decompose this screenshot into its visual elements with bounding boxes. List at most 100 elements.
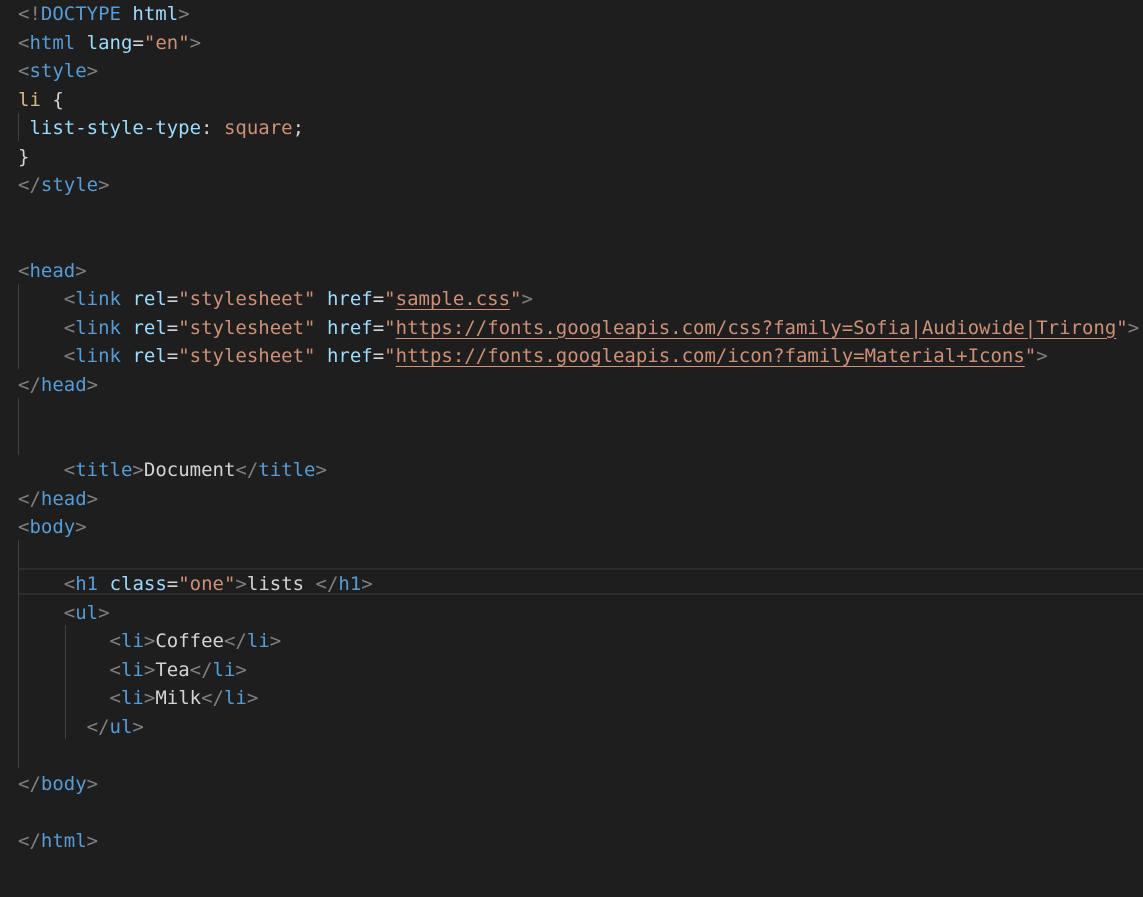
code-token-punct: > xyxy=(521,288,533,310)
code-line[interactable]: li { xyxy=(18,86,1139,115)
code-line[interactable]: </body> xyxy=(18,770,1139,799)
code-token-str: "stylesheet" xyxy=(178,288,316,310)
code-token-punct: > xyxy=(143,658,156,681)
code-line[interactable]: <html lang="en"> xyxy=(18,29,1139,58)
code-token-punct: > xyxy=(86,60,99,82)
code-editor[interactable]: <!DOCTYPE html> <html lang="en"> <style> li… xyxy=(0,0,1143,897)
code-line[interactable] xyxy=(18,228,1139,257)
code-line[interactable]: <li>Milk</li> xyxy=(18,684,1139,713)
code-token-text: = xyxy=(166,316,179,339)
code-line[interactable] xyxy=(18,741,1139,770)
code-token-punct: > xyxy=(246,687,259,709)
code-line[interactable] xyxy=(18,200,1139,229)
code-token-text: ; xyxy=(292,117,305,139)
code-token-tag: head xyxy=(40,487,87,510)
code-line[interactable] xyxy=(18,798,1139,827)
code-line[interactable]: <li>Coffee</li> xyxy=(18,627,1139,656)
code-token-tag: html xyxy=(40,829,87,852)
code-token-tag: title xyxy=(75,459,133,481)
code-token-punct: < xyxy=(109,630,121,652)
code-token-text: Document xyxy=(143,459,236,481)
code-token-punct: > xyxy=(75,516,87,538)
code-token-tag: head xyxy=(40,373,87,396)
code-line[interactable]: <h1 class="one">lists </h1> xyxy=(18,570,1139,599)
code-token-punct: > xyxy=(86,373,99,396)
code-line[interactable]: </html> xyxy=(18,827,1139,856)
code-token-punct: </ xyxy=(18,772,41,795)
code-token-punct: > xyxy=(98,601,110,624)
code-line[interactable]: <link rel="stylesheet" href="https://fon… xyxy=(18,342,1139,371)
code-token-text: Coffee xyxy=(155,630,224,652)
code-token-text: } xyxy=(18,145,30,168)
code-token-attr: rel xyxy=(132,288,167,310)
code-token-link: sample.css xyxy=(395,288,511,310)
code-line[interactable]: <style> xyxy=(18,57,1139,86)
code-token-str: " xyxy=(384,345,396,367)
code-token-str: "en" xyxy=(143,31,190,54)
code-line[interactable]: </style> xyxy=(18,171,1139,200)
code-token-tag: DOCTYPE xyxy=(40,3,121,25)
code-token-tag: li xyxy=(120,658,144,681)
code-line[interactable] xyxy=(18,428,1139,457)
code-token-tag: ul xyxy=(75,601,99,624)
code-token-punct: > xyxy=(132,715,144,738)
code-line[interactable]: <head> xyxy=(18,257,1139,286)
code-line[interactable]: <li>Tea</li> xyxy=(18,656,1139,685)
code-line[interactable] xyxy=(18,542,1139,571)
code-token-tag: link xyxy=(75,316,121,339)
code-token-sel: li xyxy=(18,88,41,111)
code-token-tag: style xyxy=(29,60,87,82)
code-line[interactable]: list-style-type: square; xyxy=(18,114,1139,143)
code-line[interactable]: <!DOCTYPE html> xyxy=(18,0,1139,29)
code-line[interactable]: <title>Document</title> xyxy=(18,456,1139,485)
code-token-tag: ul xyxy=(109,715,133,738)
code-line[interactable]: <body> xyxy=(18,513,1139,542)
code-line[interactable] xyxy=(18,399,1139,428)
code-token-punct: < xyxy=(63,601,76,624)
code-token-punct: > xyxy=(269,630,282,652)
code-line[interactable]: </ul> xyxy=(18,713,1139,742)
code-token-punct: > xyxy=(86,487,99,510)
code-token-text: = xyxy=(372,288,385,310)
code-token-punct: </ xyxy=(86,715,110,738)
code-line[interactable]: } xyxy=(18,143,1139,172)
code-token-punct: </ xyxy=(315,573,339,595)
code-token-punct: < xyxy=(18,31,30,54)
code-token-punct: <! xyxy=(18,3,41,25)
code-token-punct: > xyxy=(1127,316,1140,339)
code-token-punct: > xyxy=(143,630,156,652)
code-token-str: " xyxy=(1024,345,1037,367)
code-token-attr: lang xyxy=(86,31,133,54)
code-token-punct: < xyxy=(63,288,76,310)
code-token-attr: rel xyxy=(132,345,167,367)
code-token-text: = xyxy=(166,345,179,367)
code-text-area[interactable]: <!DOCTYPE html> <html lang="en"> <style> li… xyxy=(18,0,1139,855)
code-line[interactable]: <link rel="stylesheet" href="https://fon… xyxy=(18,314,1139,343)
code-token-tag: html xyxy=(29,31,76,54)
code-token-tag: li xyxy=(246,630,270,652)
code-token-attr: class xyxy=(109,573,167,595)
code-token-punct: < xyxy=(109,658,121,681)
code-token-tag: h1 xyxy=(75,573,99,595)
code-line[interactable]: <link rel="stylesheet" href="sample.css"… xyxy=(18,285,1139,314)
code-line[interactable]: <ul> xyxy=(18,599,1139,628)
code-line[interactable]: </head> xyxy=(18,485,1139,514)
code-token-attr: rel xyxy=(132,316,167,339)
code-line[interactable]: </head> xyxy=(18,371,1139,400)
code-token-punct: > xyxy=(132,459,144,481)
code-token-punct: > xyxy=(189,31,202,54)
code-token-link: https://fonts.googleapis.com/css?family=… xyxy=(395,316,1117,339)
code-token-punct: > xyxy=(98,174,110,196)
